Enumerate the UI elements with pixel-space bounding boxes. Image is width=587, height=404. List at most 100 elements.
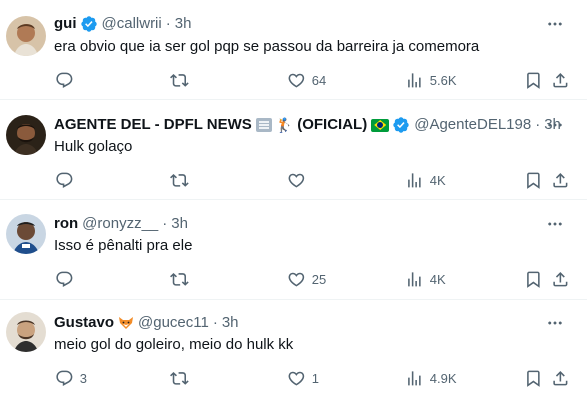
retweet-button[interactable]: [170, 170, 195, 190]
tweet-1[interactable]: gui @callwrii · 3h era obvio que ia ser …: [0, 0, 587, 100]
views-icon: [405, 71, 424, 90]
action-bar: 25 4K: [0, 269, 587, 289]
retweet-icon: [170, 171, 189, 190]
tweet-text: Isso é pênalti pra ele: [54, 237, 193, 254]
reply-button[interactable]: [55, 70, 80, 90]
reply-icon: [55, 369, 74, 388]
like-count: 64: [311, 72, 327, 88]
user-handle[interactable]: @AgenteDEL198: [414, 115, 531, 135]
retweet-button[interactable]: [170, 70, 195, 90]
tweet-2[interactable]: AGENTE DEL - DPFL NEWS 🏌 (OFICIAL) @Agen…: [0, 100, 587, 200]
share-button[interactable]: [551, 368, 570, 388]
retweet-icon: [170, 270, 189, 289]
action-bar: 4K: [0, 170, 587, 190]
bookmark-button[interactable]: [524, 368, 543, 388]
tweet-text: Hulk golaço: [54, 138, 133, 155]
verified-badge-icon: [80, 15, 98, 33]
user-handle[interactable]: @callwrii: [102, 14, 162, 34]
display-name[interactable]: Gustavo: [54, 313, 114, 333]
tweet-header: AGENTE DEL - DPFL NEWS 🏌 (OFICIAL) @Agen…: [54, 115, 561, 135]
more-icon[interactable]: [545, 214, 565, 234]
bookmark-icon: [524, 369, 543, 388]
view-count: 4K: [429, 172, 446, 188]
reply-button[interactable]: [55, 170, 80, 190]
timestamp[interactable]: 3h: [175, 14, 192, 34]
bookmark-icon: [524, 71, 543, 90]
tweet-header: gui @callwrii · 3h: [54, 14, 191, 34]
share-button[interactable]: [551, 170, 570, 190]
action-bar: 3 1 4.9K: [0, 368, 587, 388]
like-button[interactable]: [287, 170, 312, 190]
share-icon: [551, 369, 570, 388]
avatar[interactable]: [6, 16, 46, 56]
share-button[interactable]: [551, 70, 570, 90]
like-button[interactable]: 64: [287, 70, 326, 90]
views-icon: [405, 270, 424, 289]
reply-icon: [55, 270, 74, 289]
like-count: 1: [311, 370, 319, 386]
more-icon[interactable]: [545, 115, 565, 135]
newspaper-icon: [255, 118, 272, 132]
fox-icon: [119, 317, 134, 329]
share-icon: [551, 270, 570, 289]
display-name[interactable]: AGENTE DEL - DPFL NEWS: [54, 115, 252, 135]
bookmark-icon: [524, 270, 543, 289]
retweet-icon: [170, 71, 189, 90]
reply-button[interactable]: [55, 269, 80, 289]
avatar[interactable]: [6, 115, 46, 155]
separator-dot: ·: [165, 15, 171, 32]
heart-icon: [287, 171, 306, 190]
more-icon[interactable]: [545, 14, 565, 34]
separator-dot: ·: [162, 215, 168, 232]
more-icon[interactable]: [545, 313, 565, 333]
display-name-suffix[interactable]: (OFICIAL): [297, 115, 367, 135]
display-name[interactable]: ron: [54, 214, 78, 234]
timestamp[interactable]: 3h: [222, 313, 239, 333]
golfer-icon: 🏌: [275, 117, 294, 133]
tweet-header: Gustavo @gucec11 · 3h: [54, 313, 239, 333]
share-button[interactable]: [551, 269, 570, 289]
reply-button[interactable]: 3: [55, 368, 87, 388]
view-count: 4K: [429, 271, 446, 287]
tweet-text: era obvio que ia ser gol pqp se passou d…: [54, 38, 480, 55]
tweet-4[interactable]: Gustavo @gucec11 · 3h meio gol do goleir…: [0, 300, 587, 404]
tweet-header: ron @ronyzz__ · 3h: [54, 214, 188, 234]
views-icon: [405, 171, 424, 190]
verified-badge-icon: [392, 116, 410, 134]
retweet-button[interactable]: [170, 269, 195, 289]
like-button[interactable]: 25: [287, 269, 326, 289]
heart-icon: [287, 369, 306, 388]
display-name[interactable]: gui: [54, 14, 77, 34]
heart-icon: [287, 71, 306, 90]
avatar[interactable]: [6, 214, 46, 254]
retweet-button[interactable]: [170, 368, 195, 388]
reply-icon: [55, 71, 74, 90]
views-icon: [405, 369, 424, 388]
bookmark-button[interactable]: [524, 269, 543, 289]
views-button[interactable]: 4K: [405, 269, 446, 289]
reply-icon: [55, 171, 74, 190]
reply-count: 3: [79, 370, 87, 386]
user-handle[interactable]: @ronyzz__: [82, 214, 158, 234]
views-button[interactable]: 5.6K: [405, 70, 457, 90]
share-icon: [551, 171, 570, 190]
bookmark-button[interactable]: [524, 170, 543, 190]
like-count: 25: [311, 271, 327, 287]
view-count: 4.9K: [429, 370, 457, 386]
brazil-flag-icon: [371, 118, 390, 132]
timestamp[interactable]: 3h: [171, 214, 188, 234]
user-handle[interactable]: @gucec11: [138, 313, 209, 333]
tweet-3[interactable]: ron @ronyzz__ · 3h Isso é pênalti pra el…: [0, 200, 587, 300]
bookmark-icon: [524, 171, 543, 190]
share-icon: [551, 71, 570, 90]
views-button[interactable]: 4.9K: [405, 368, 457, 388]
avatar[interactable]: [6, 312, 46, 352]
view-count: 5.6K: [429, 72, 457, 88]
action-bar: 64 5.6K: [0, 70, 587, 90]
bookmark-button[interactable]: [524, 70, 543, 90]
retweet-icon: [170, 369, 189, 388]
like-button[interactable]: 1: [287, 368, 319, 388]
views-button[interactable]: 4K: [405, 170, 446, 190]
tweet-text: meio gol do goleiro, meio do hulk kk: [54, 336, 294, 353]
heart-icon: [287, 270, 306, 289]
